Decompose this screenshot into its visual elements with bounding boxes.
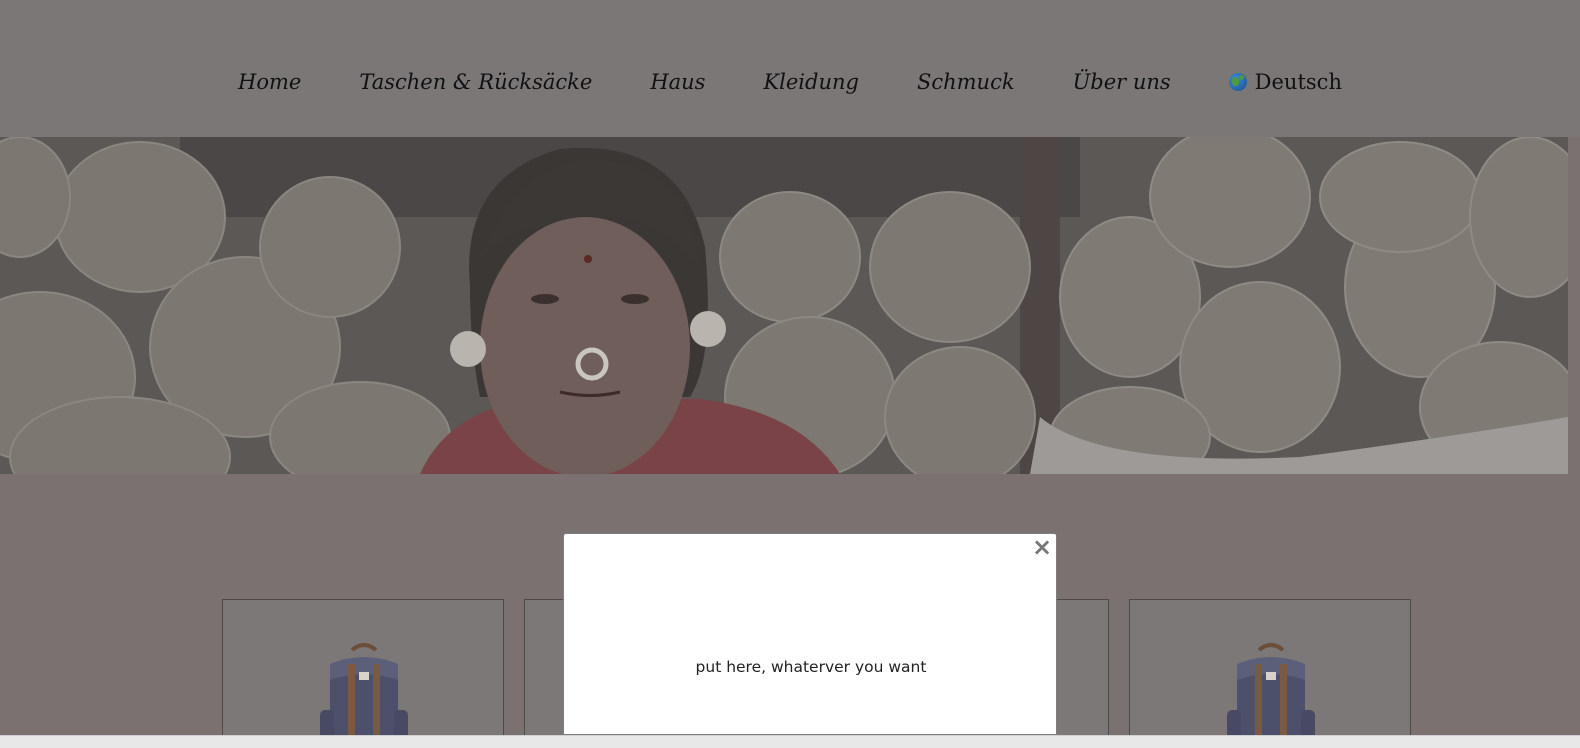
hero-photo: [0, 137, 1568, 474]
modal-message: put here, whaterver you want: [695, 658, 927, 676]
hero-image: [0, 137, 1568, 474]
backpack-image: [320, 643, 408, 740]
close-icon[interactable]: ×: [1031, 534, 1053, 560]
nav-item-clothing[interactable]: Kleidung: [763, 70, 858, 94]
modal-dialog: × put here, whaterver you want: [563, 533, 1057, 735]
top-navigation: Home Taschen & Rücksäcke Haus Kleidung S…: [0, 0, 1580, 137]
backpack-image: [1227, 643, 1315, 740]
nav-menu: Home Taschen & Rücksäcke Haus Kleidung S…: [0, 70, 1580, 94]
nav-item-house[interactable]: Haus: [650, 70, 705, 94]
nav-item-home[interactable]: Home: [238, 70, 301, 94]
nav-item-about-us[interactable]: Über uns: [1073, 70, 1171, 94]
nav-item-bags-backpacks[interactable]: Taschen & Rücksäcke: [359, 70, 592, 94]
product-card[interactable]: [222, 599, 504, 740]
language-selector[interactable]: Deutsch: [1228, 70, 1342, 94]
globe-icon: [1228, 73, 1247, 91]
language-label: Deutsch: [1254, 70, 1342, 94]
horizontal-scrollbar[interactable]: [0, 735, 1580, 748]
product-card[interactable]: [1129, 599, 1411, 740]
nav-item-jewelry[interactable]: Schmuck: [917, 70, 1015, 94]
